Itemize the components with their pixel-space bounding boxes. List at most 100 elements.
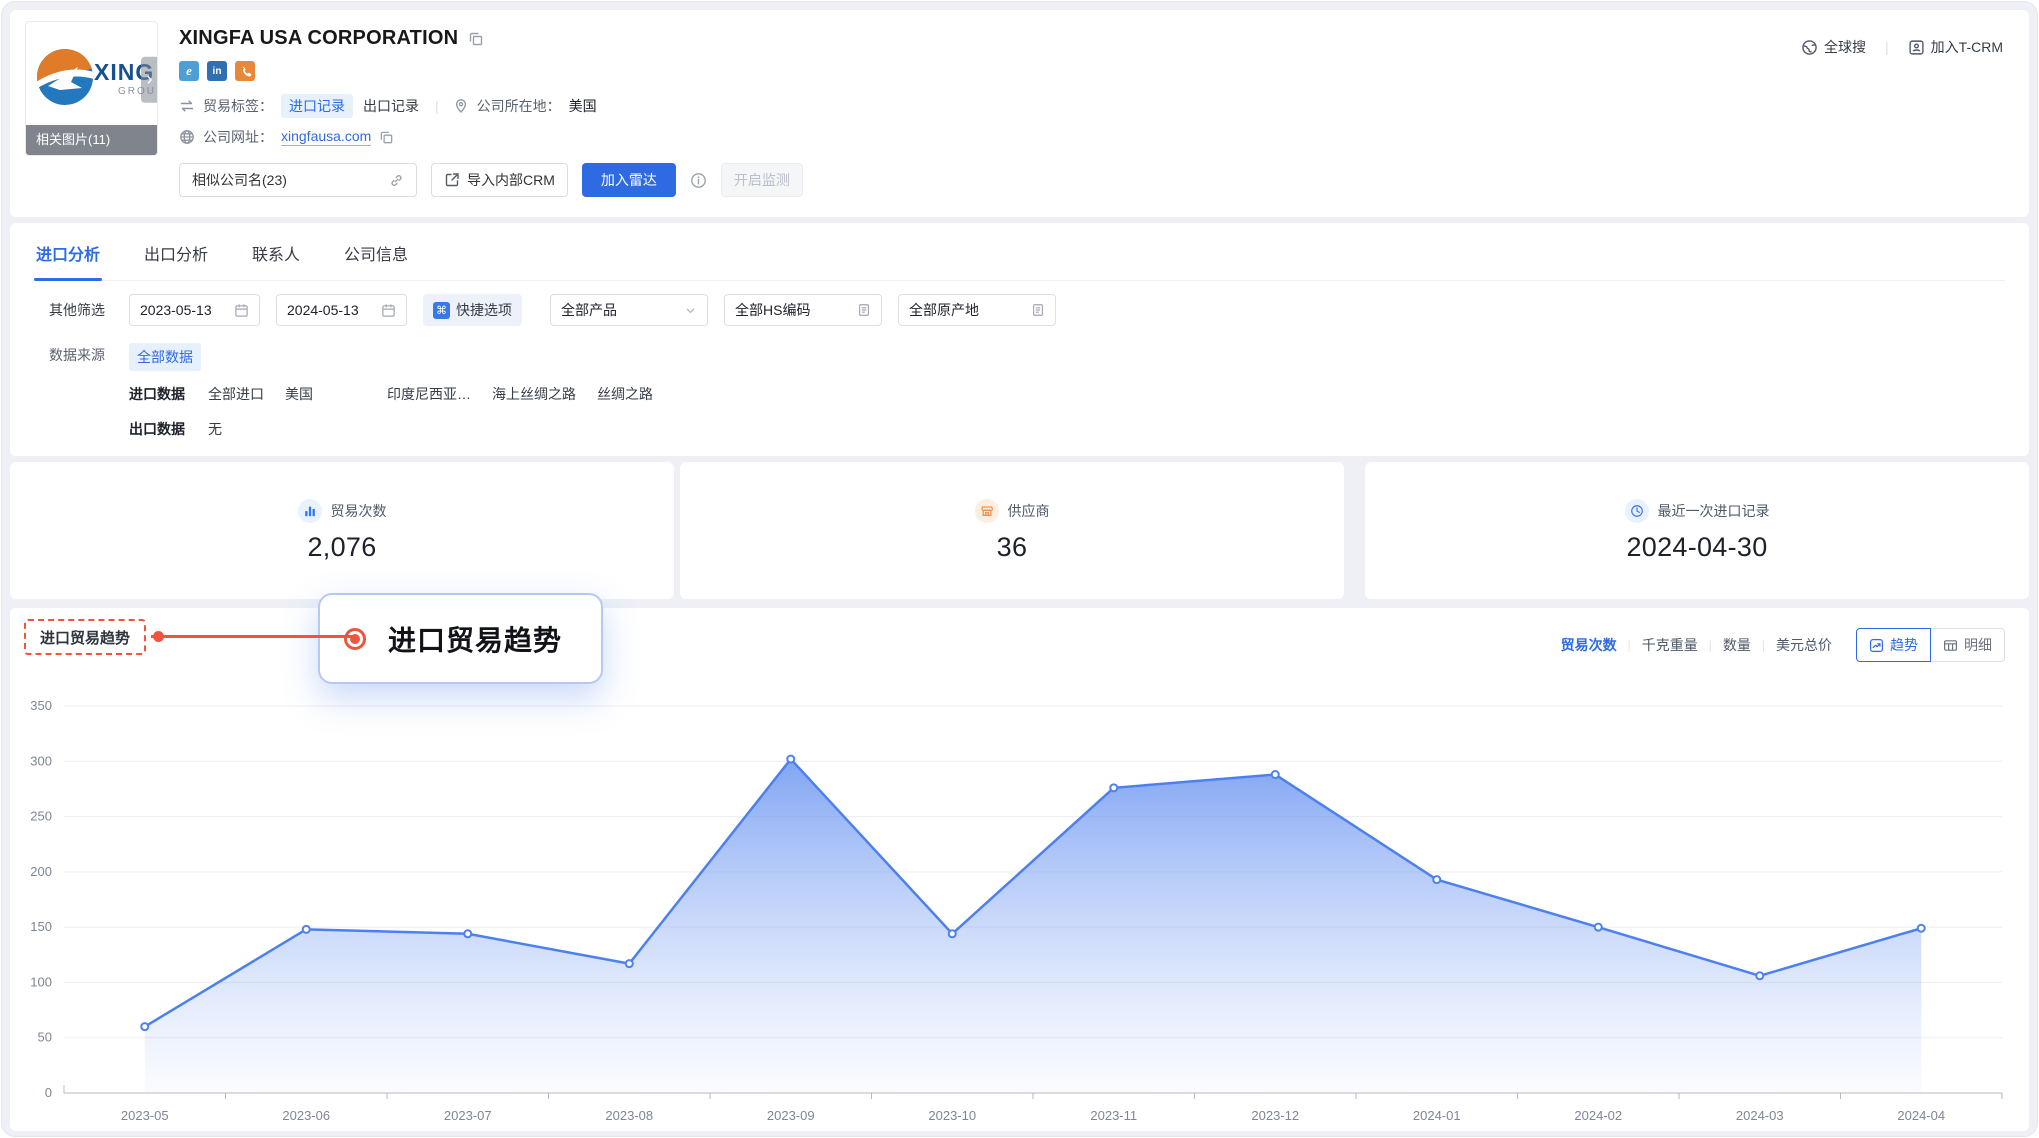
import-icon <box>444 172 460 188</box>
hs-code-value: 全部HS编码 <box>735 300 810 320</box>
import-item[interactable]: 印度尼西亚… <box>387 382 471 406</box>
divider: | <box>1885 39 1889 55</box>
svg-text:100: 100 <box>30 974 52 989</box>
import-crm-button[interactable]: 导入内部CRM <box>431 163 568 197</box>
filter-row: 其他筛选 2023-05-13 2024-05-13 ⌘ 快捷选项 全部产品 <box>34 294 2005 326</box>
website-label: 公司网址： <box>203 127 273 147</box>
stats-row: 贸易次数 2,076 供应商 36 最近一次进口记录 2024-04-30 <box>10 462 2029 599</box>
view-trend-label: 趋势 <box>1890 635 1918 655</box>
svg-text:2024-01: 2024-01 <box>1413 1108 1461 1123</box>
metric-quantity[interactable]: 数量 <box>1723 635 1751 655</box>
svg-text:150: 150 <box>30 919 52 934</box>
quick-options-button[interactable]: ⌘ 快捷选项 <box>423 294 522 326</box>
export-data-label: 出口数据 <box>129 417 185 441</box>
stat-value: 36 <box>997 532 1028 563</box>
related-images-overlay[interactable]: 相关图片(11) <box>26 125 157 155</box>
company-logo-image: XINGFA GROUP <box>32 40 154 114</box>
tab-bar: 进口分析 出口分析 联系人 公司信息 <box>34 223 2005 281</box>
import-item[interactable]: 全部进口 <box>208 382 264 406</box>
website-row: 公司网址： xingfausa.com <box>179 127 2005 147</box>
svg-text:50: 50 <box>38 1030 52 1045</box>
join-tcrm-icon <box>1908 39 1925 56</box>
calendar-icon <box>234 303 249 318</box>
copy-icon[interactable] <box>468 31 484 47</box>
tab-export-analysis[interactable]: 出口分析 <box>142 239 210 280</box>
global-search-label: 全球搜 <box>1824 37 1866 57</box>
tag-import-records[interactable]: 进口记录 <box>281 94 353 118</box>
all-data-chip[interactable]: 全部数据 <box>129 343 201 371</box>
divider: | <box>435 98 439 114</box>
hs-code-select[interactable]: 全部HS编码 <box>724 294 882 326</box>
svg-text:2024-04: 2024-04 <box>1897 1108 1945 1123</box>
list-doc-icon <box>1031 303 1045 317</box>
carousel-next-icon[interactable]: › <box>141 56 158 102</box>
origin-select[interactable]: 全部原产地 <box>898 294 1056 326</box>
tab-contacts[interactable]: 联系人 <box>250 239 302 280</box>
svg-text:2024-03: 2024-03 <box>1736 1108 1784 1123</box>
svg-text:2023-09: 2023-09 <box>767 1108 815 1123</box>
start-monitor-button[interactable]: 开启监测 <box>721 163 803 197</box>
global-search-link[interactable]: 全球搜 <box>1801 37 1866 57</box>
import-item[interactable]: 海上丝绸之路 <box>492 382 576 406</box>
product-select[interactable]: 全部产品 <box>550 294 708 326</box>
origin-value: 全部原产地 <box>909 300 979 320</box>
metric-usd-total[interactable]: 美元总价 <box>1776 635 1832 655</box>
svg-text:2023-06: 2023-06 <box>282 1108 330 1123</box>
tag-export-records[interactable]: 出口记录 <box>361 94 421 118</box>
website-badge-icon[interactable]: e <box>179 61 199 81</box>
trade-tag-label: 贸易标签： <box>203 96 273 116</box>
globe-icon <box>179 129 195 145</box>
similar-companies-button[interactable]: 相似公司名(23) <box>179 163 417 197</box>
add-radar-button[interactable]: 加入雷达 <box>582 163 676 197</box>
view-detail-label: 明细 <box>1964 635 1992 655</box>
stat-value: 2024-04-30 <box>1626 532 1767 563</box>
tab-import-analysis[interactable]: 进口分析 <box>34 239 102 280</box>
start-date-value: 2023-05-13 <box>140 302 212 318</box>
start-date-input[interactable]: 2023-05-13 <box>129 294 260 326</box>
view-detail-button[interactable]: 明细 <box>1930 628 2005 662</box>
view-trend-button[interactable]: 趋势 <box>1856 628 1931 662</box>
import-trend-section: 进口贸易趋势 进口贸易趋势 贸易次数 | 千克重量 | 数量 | 美元总价 趋势… <box>10 608 2029 1131</box>
import-data-items: 全部进口 美国 印度尼西亚… 海上丝绸之路 丝绸之路 <box>208 382 653 406</box>
svg-text:2023-11: 2023-11 <box>1090 1108 1137 1123</box>
svg-text:350: 350 <box>30 698 52 713</box>
analysis-panel: 进口分析 出口分析 联系人 公司信息 其他筛选 2023-05-13 2024-… <box>10 223 2029 456</box>
global-search-icon <box>1801 39 1818 56</box>
bullseye-icon <box>344 628 366 650</box>
svg-text:2023-10: 2023-10 <box>928 1108 976 1123</box>
end-date-value: 2024-05-13 <box>287 302 359 318</box>
import-item[interactable]: 丝绸之路 <box>597 382 653 406</box>
table-icon <box>1943 638 1958 653</box>
phone-icon[interactable] <box>235 61 255 81</box>
trend-area-chart[interactable]: 0501001502002503003502023-052023-062023-… <box>10 680 2033 1130</box>
section-title-import-trend: 进口贸易趋势 <box>24 619 146 655</box>
website-link[interactable]: xingfausa.com <box>281 128 371 146</box>
end-date-input[interactable]: 2024-05-13 <box>276 294 407 326</box>
chevron-down-icon <box>684 304 697 317</box>
tab-company-info[interactable]: 公司信息 <box>342 239 410 280</box>
trade-tag-icon <box>179 98 195 114</box>
view-toggle: 趋势 明细 <box>1856 628 2005 662</box>
metric-kg-weight[interactable]: 千克重量 <box>1642 635 1698 655</box>
svg-text:2024-02: 2024-02 <box>1574 1108 1622 1123</box>
callout-text: 进口贸易趋势 <box>388 619 562 659</box>
other-filters-label: 其他筛选 <box>49 300 129 320</box>
bar-chart-icon <box>298 499 322 523</box>
import-item[interactable]: 美国 <box>285 382 313 406</box>
svg-text:2023-05: 2023-05 <box>121 1108 169 1123</box>
product-select-value: 全部产品 <box>561 300 617 320</box>
location-value: 美国 <box>569 96 597 116</box>
svg-text:300: 300 <box>30 753 52 768</box>
company-logo[interactable]: XINGFA GROUP 相关图片(11) › <box>25 21 158 156</box>
metric-trade-count[interactable]: 贸易次数 <box>1561 635 1617 655</box>
stat-card-trade-count: 贸易次数 2,076 <box>10 462 674 599</box>
linkedin-icon[interactable]: in <box>207 61 227 81</box>
list-doc-icon <box>857 303 871 317</box>
trend-icon <box>1869 638 1884 653</box>
header-quick-links: 全球搜 | 加入T-CRM <box>1801 37 2003 57</box>
copy-website-icon[interactable] <box>379 130 394 145</box>
import-crm-label: 导入内部CRM <box>467 170 555 190</box>
join-tcrm-link[interactable]: 加入T-CRM <box>1908 37 2003 57</box>
info-icon[interactable] <box>690 172 707 189</box>
export-data-value: 无 <box>208 417 222 441</box>
